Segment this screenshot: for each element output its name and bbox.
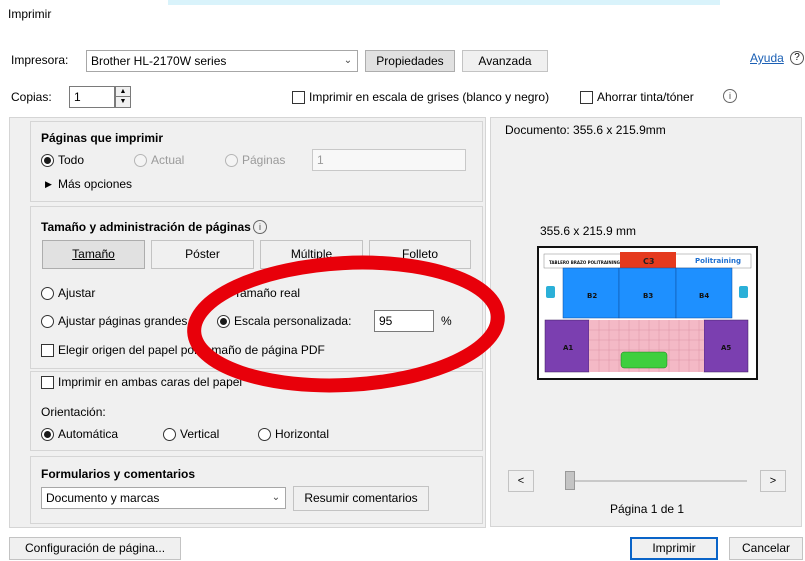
page-preview-thumbnail: TABLERO BRAZO POLITRAINING C3 Politraini…	[537, 246, 758, 380]
thumb-cell-a5: A5	[721, 344, 731, 352]
help-icon[interactable]: ?	[790, 51, 804, 65]
page-handling-info-icon[interactable]: i	[253, 220, 267, 234]
document-size: Documento: 355.6 x 215.9mm	[505, 123, 666, 137]
choose-source-checkbox[interactable]	[41, 344, 54, 357]
orientation-landscape-radio[interactable]	[258, 428, 271, 441]
orientation-auto-radio[interactable]	[41, 428, 54, 441]
all-pages-radio[interactable]	[41, 154, 54, 167]
grayscale-label: Imprimir en escala de grises (blanco y n…	[309, 90, 550, 104]
printer-label: Impresora:	[11, 53, 69, 67]
help-link[interactable]: Ayuda	[750, 50, 784, 66]
thumb-cell-b4: B4	[699, 292, 709, 300]
pages-range-input[interactable]: 1	[312, 149, 466, 171]
comments-select[interactable]: Documento y marcas ⌄	[41, 487, 286, 509]
thumb-robot-left	[546, 286, 555, 298]
save-ink-label: Ahorrar tinta/tóner	[597, 90, 694, 104]
stepper-down-icon[interactable]: ▼	[116, 97, 130, 107]
orientation-portrait-radio[interactable]	[163, 428, 176, 441]
copies-label: Copias:	[11, 90, 52, 104]
orientation-portrait-label: Vertical	[180, 427, 220, 441]
pages-to-print-title: Páginas que imprimir	[41, 131, 164, 145]
advanced-button[interactable]: Avanzada	[462, 50, 548, 72]
thumb-brand: Politraining	[695, 257, 741, 265]
summarize-comments-button[interactable]: Resumir comentarios	[293, 486, 429, 511]
copies-stepper[interactable]: ▲ ▼	[115, 86, 131, 108]
page-slider-thumb[interactable]	[565, 471, 575, 490]
page-indicator: Página 1 de 1	[610, 502, 685, 516]
annotation-ring	[187, 255, 505, 393]
comments-selected-value: Documento y marcas	[46, 491, 160, 505]
title-bar-accent	[168, 0, 720, 5]
thumb-robot-right	[739, 286, 748, 298]
all-pages-label: Todo	[58, 153, 85, 167]
info-icon[interactable]: i	[723, 89, 737, 103]
thumb-cell-a1: A1	[563, 344, 573, 352]
properties-button[interactable]: Propiedades	[365, 50, 455, 72]
print-button[interactable]: Imprimir	[630, 537, 718, 560]
orientation-landscape-label: Horizontal	[275, 427, 330, 441]
current-page-label: Actual	[151, 153, 185, 167]
pages-range-radio[interactable]	[225, 154, 238, 167]
save-ink-checkbox[interactable]	[580, 91, 593, 104]
chevron-down-icon: ⌄	[271, 492, 281, 503]
thumb-cell-b2: B2	[587, 292, 597, 300]
stepper-up-icon[interactable]: ▲	[116, 87, 130, 97]
pages-range-value: 1	[317, 153, 324, 167]
copies-value: 1	[74, 90, 81, 104]
thumb-cell-c3: C3	[643, 257, 654, 266]
expand-triangle-icon[interactable]: ▶	[45, 176, 52, 192]
tab-size[interactable]: Tamaño	[42, 240, 145, 269]
cancel-button[interactable]: Cancelar	[729, 537, 803, 560]
more-options-link[interactable]: Más opciones	[58, 176, 132, 192]
thumb-header-text: TABLERO BRAZO POLITRAINING	[549, 260, 620, 265]
window-title: Imprimir	[8, 7, 52, 21]
fit-label: Ajustar	[58, 286, 96, 300]
printer-selected-value: Brother HL-2170W series	[91, 54, 227, 68]
next-page-button[interactable]: >	[760, 470, 786, 492]
page-slider-track[interactable]	[567, 480, 747, 482]
orientation-auto-label: Automática	[58, 427, 119, 441]
grayscale-checkbox[interactable]	[292, 91, 305, 104]
page-setup-button[interactable]: Configuración de página...	[9, 537, 181, 560]
fit-radio[interactable]	[41, 287, 54, 300]
page-handling-title: Tamaño y administración de páginas	[41, 220, 251, 234]
duplex-checkbox[interactable]	[41, 376, 54, 389]
thumb-cell-b3: B3	[643, 292, 653, 300]
previous-page-button[interactable]: <	[508, 470, 534, 492]
comments-title: Formularios y comentarios	[41, 467, 196, 481]
paper-size: 355.6 x 215.9 mm	[540, 224, 637, 238]
thumbnail-drawing: TABLERO BRAZO POLITRAINING C3 Politraini…	[543, 252, 752, 373]
printer-select[interactable]: Brother HL-2170W series ⌄	[86, 50, 358, 72]
orientation-label: Orientación:	[41, 405, 106, 419]
current-page-radio[interactable]	[134, 154, 147, 167]
shrink-label: Ajustar páginas grandes	[58, 314, 188, 328]
tab-size-label: Tamaño	[72, 247, 115, 261]
pages-range-label: Páginas	[242, 153, 286, 167]
shrink-radio[interactable]	[41, 315, 54, 328]
copies-input[interactable]: 1	[69, 86, 115, 108]
chevron-down-icon: ⌄	[343, 55, 353, 66]
